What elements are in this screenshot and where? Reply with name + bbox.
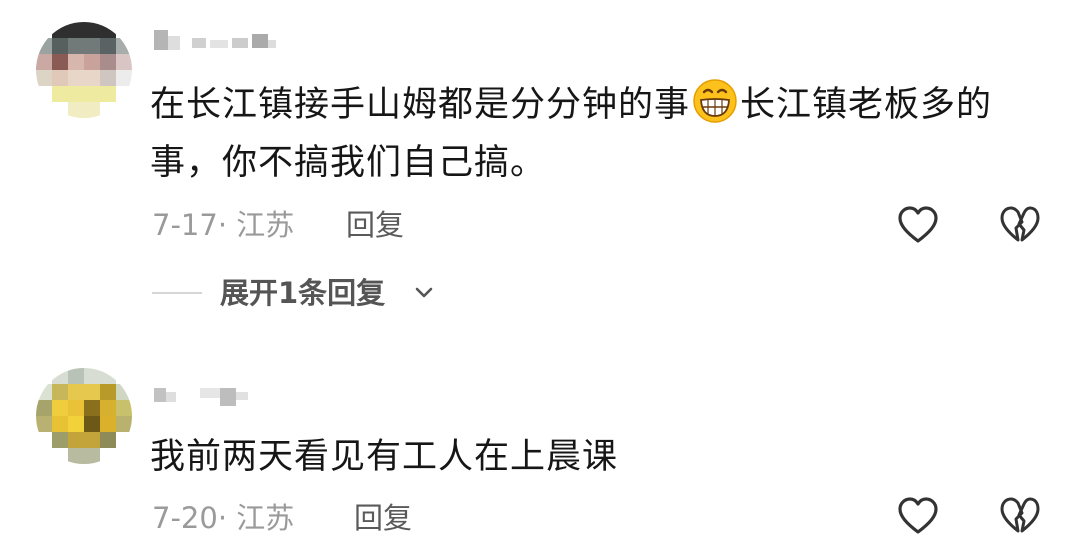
- heart-outline-icon[interactable]: [896, 494, 940, 538]
- broken-heart-icon[interactable]: [998, 494, 1042, 538]
- heart-outline-icon[interactable]: [896, 203, 940, 247]
- comment-item: 我前两天看见有工人在上晨课 7-20· 江苏 回复: [0, 330, 1080, 560]
- reply-button[interactable]: 回复: [346, 205, 404, 245]
- comment-item: 在长江镇接手山姆都是分分钟的事 长江镇老板多的事，你不搞我们自己搞。 7-17·…: [0, 0, 1080, 330]
- comment-date-location: 7-17· 江苏: [152, 208, 295, 242]
- divider-line: [152, 292, 202, 294]
- username-blurred[interactable]: [152, 382, 282, 406]
- comment-date-location: 7-20· 江苏: [152, 501, 295, 535]
- broken-heart-icon[interactable]: [998, 203, 1042, 247]
- avatar[interactable]: [36, 368, 132, 464]
- reply-button[interactable]: 回复: [354, 498, 412, 538]
- comment-text-part: 在长江镇接手山姆都是分分钟的事: [150, 85, 691, 125]
- grinning-face-emoji-icon: [692, 78, 738, 124]
- chevron-down-icon: [414, 285, 434, 301]
- comment-text: 我前两天看见有工人在上晨课: [150, 437, 619, 477]
- avatar[interactable]: [36, 22, 132, 118]
- comment-text: 在长江镇接手山姆都是分分钟的事 长江镇老板多的事，你不搞我们自己搞。: [150, 76, 1030, 192]
- expand-replies-label[interactable]: 展开1条回复: [220, 273, 385, 313]
- username-blurred[interactable]: [152, 28, 282, 52]
